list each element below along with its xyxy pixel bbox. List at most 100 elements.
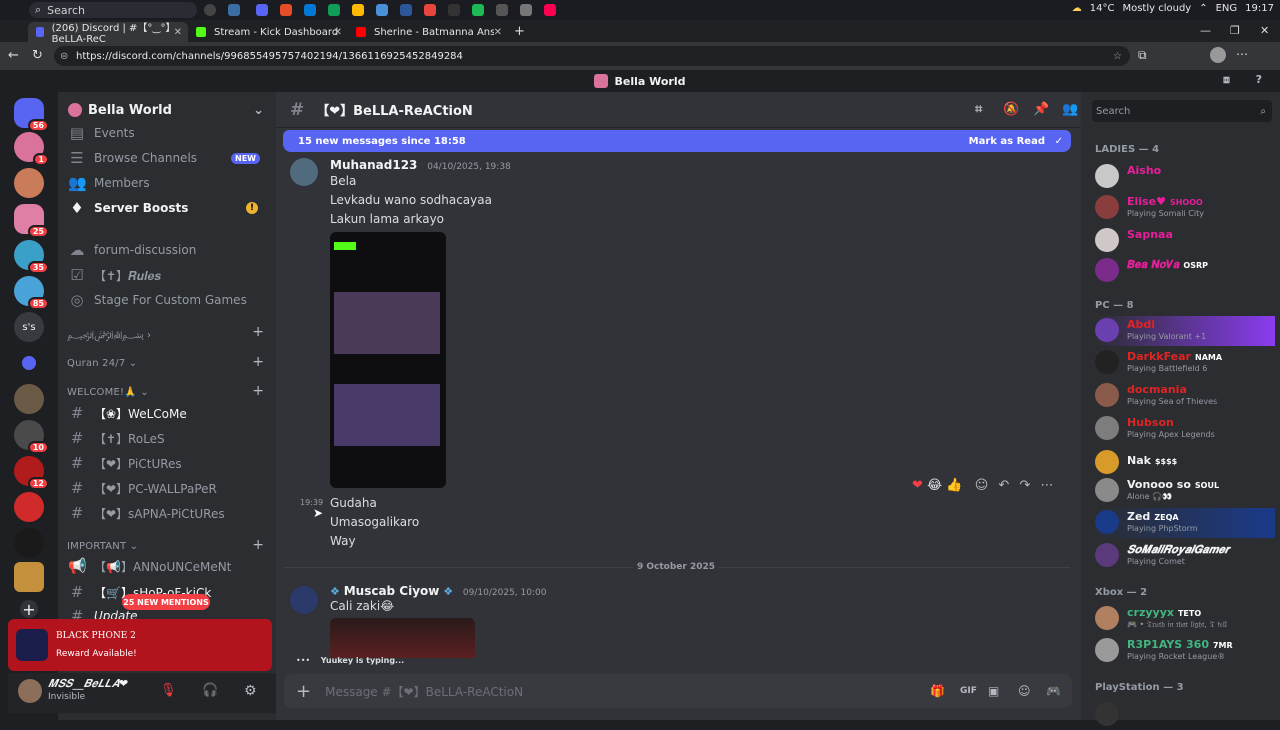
server-icon[interactable]: 1 <box>14 132 49 166</box>
member-item[interactable]: 𝑩𝒆𝒂 𝑵𝒐𝑽𝒂 OSRP <box>1095 256 1275 286</box>
browser-tab-kick[interactable]: Stream - Kick Dashboard ✕ <box>188 22 348 42</box>
member-search[interactable]: Search ⌕ <box>1092 100 1272 122</box>
nav-members[interactable]: 👥 Members <box>66 172 270 194</box>
extensions-icon[interactable]: ⧉ <box>1138 48 1147 63</box>
emoji-icon[interactable]: ☺ <box>1018 684 1031 698</box>
nav-browse-channels[interactable]: ☰ Browse Channels NEW <box>66 147 270 169</box>
member-list-icon[interactable]: 👥 <box>1062 102 1078 117</box>
member-item[interactable]: R3P1AYS 360 7MR Playing Rocket League® <box>1095 636 1275 666</box>
channel-pc-wallpaper[interactable]: # 【❤】PC-WALLPaPeR <box>66 477 270 499</box>
member-item[interactable]: Zed ZEQA Playing PhpStorm <box>1095 508 1275 538</box>
add-reaction-icon[interactable]: ☺ <box>975 478 989 493</box>
message-author[interactable]: Muhanad123 <box>330 158 417 172</box>
category-bismillah[interactable]: ﷽ › <box>67 328 151 345</box>
server-icon[interactable]: 10 <box>14 420 49 454</box>
add-channel-icon[interactable]: + <box>252 324 264 340</box>
close-tab-icon[interactable]: ✕ <box>494 27 502 38</box>
settings-gear-icon[interactable]: ⚙ <box>244 683 257 699</box>
address-bar[interactable]: ⊜ https://discord.com/channels/996855495… <box>54 46 1130 66</box>
word-taskbar-icon[interactable] <box>400 4 412 16</box>
notification-mute-icon[interactable]: 🔕 <box>1003 102 1019 117</box>
member-item[interactable]: Aisho <box>1095 162 1275 192</box>
app2-taskbar-icon[interactable] <box>496 4 508 16</box>
task-view-icon[interactable] <box>204 4 216 16</box>
server-icon[interactable] <box>14 528 44 558</box>
message-author[interactable]: Muscab Ciyow <box>344 584 440 598</box>
gift-icon[interactable]: 🎁 <box>930 684 945 698</box>
browser-taskbar-icon[interactable] <box>376 4 388 16</box>
member-item[interactable]: Abdi Playing Valorant +1 <box>1095 316 1275 346</box>
new-messages-bar[interactable]: 15 new messages since 18:58 Mark as Read… <box>283 130 1071 152</box>
member-item[interactable]: Sapnaa <box>1095 226 1275 256</box>
close-window-icon[interactable]: ✕ <box>1260 24 1269 37</box>
browser-menu-icon[interactable]: ⋯ <box>1236 47 1248 61</box>
headphones-icon[interactable]: 🎧 <box>202 683 218 698</box>
maximize-icon[interactable]: ❐ <box>1230 24 1240 37</box>
close-tab-icon[interactable]: ✕ <box>334 27 342 38</box>
server-icon[interactable]: s's <box>14 312 44 342</box>
more-options-icon[interactable]: ⋯ <box>1041 478 1054 493</box>
add-channel-icon[interactable]: + <box>252 354 264 370</box>
channel-sapna-pictures[interactable]: # 【❤】sAPNA-PiCtURes <box>66 502 270 524</box>
forward-icon[interactable]: ↷ <box>1019 478 1030 493</box>
spotify-taskbar-icon[interactable] <box>472 4 484 16</box>
reward-notification[interactable]: BLACK PHONE 2 Reward Available! <box>8 619 272 671</box>
minimize-icon[interactable]: — <box>1200 24 1211 37</box>
nav-server-boosts[interactable]: ♦ Server Boosts! <box>66 197 270 219</box>
clock[interactable]: 19:17 <box>1245 3 1274 14</box>
channel-pictures[interactable]: # 【❤】PiCtURes <box>66 452 270 474</box>
taskbar-search[interactable]: ⌕ Search <box>29 2 197 18</box>
add-server-icon[interactable]: + <box>20 600 38 619</box>
gif-icon[interactable]: GIF <box>960 686 977 696</box>
member-item[interactable] <box>1095 700 1275 730</box>
member-item[interactable]: 𝑺𝒐𝑴𝒂𝒍𝒊𝑹𝒐𝒚𝒂𝒍𝑮𝒂𝒎𝒆𝒓 Playing Comet <box>1095 541 1275 571</box>
folder-icon[interactable] <box>22 356 36 370</box>
server-icon-active[interactable]: 25 <box>14 204 49 238</box>
add-channel-icon[interactable]: + <box>252 383 264 399</box>
channel-welcome[interactable]: # 【❀】WeLCoMe <box>66 402 270 424</box>
add-channel-icon[interactable]: + <box>252 537 264 553</box>
channel-roles[interactable]: # 【✝】RoLeS <box>66 427 270 449</box>
attach-plus-icon[interactable]: + <box>296 681 311 702</box>
discord-taskbar-icon[interactable] <box>256 4 268 16</box>
username[interactable]: 𝑴𝑺𝑺__𝑩𝒆𝑳𝑳𝑨❤ <box>48 677 128 691</box>
avatar[interactable] <box>290 158 318 186</box>
reply-icon[interactable]: ↶ <box>998 478 1009 493</box>
sticker-icon[interactable]: ▣ <box>988 684 999 698</box>
reload-icon[interactable]: ↻ <box>32 48 43 63</box>
threads-icon[interactable]: ⌗ <box>975 102 982 117</box>
channel-announcement[interactable]: 📢 【📢】ANNoUNCeMeNt <box>66 555 270 577</box>
site-info-icon[interactable]: ⊜ <box>60 51 68 62</box>
close-tab-icon[interactable]: ✕ <box>174 27 182 38</box>
laugh-reaction[interactable]: 😂 <box>927 478 942 493</box>
category-quran[interactable]: Quran 24/7 ⌄ <box>67 358 137 369</box>
channel-rules[interactable]: ☑ 【✝】𝑹𝒖𝒍𝒆𝒔 <box>66 264 270 286</box>
avatar[interactable] <box>290 586 318 614</box>
tray-chevron-icon[interactable]: ⌃ <box>1199 3 1207 14</box>
mark-read-button[interactable]: Mark as Read <box>969 136 1045 147</box>
member-item[interactable]: Nak $$$$ <box>1095 448 1275 478</box>
chevron-down-icon[interactable]: ⌄ <box>253 103 264 118</box>
activities-icon[interactable]: 🎮 <box>1046 684 1061 698</box>
image-attachment[interactable] <box>330 618 475 658</box>
mute-icon[interactable]: 🎙 <box>160 683 177 698</box>
back-icon[interactable]: ← <box>8 48 19 63</box>
language-indicator[interactable]: ENG <box>1216 3 1238 14</box>
direct-messages-icon[interactable]: 56 <box>14 98 49 132</box>
browser-tab-discord[interactable]: (206) Discord | #【°‿°】BeLLA-ReC ✕ <box>28 22 188 45</box>
heart-reaction[interactable]: ❤ <box>912 478 923 493</box>
server-icon[interactable] <box>14 492 44 522</box>
member-item[interactable]: Vonooo so SOUL Alone 🎧👀 <box>1095 476 1275 506</box>
browser-tab-youtube[interactable]: Sherine - Batmanna Ansak | شيرين ✕ <box>348 22 508 42</box>
store-taskbar-icon[interactable] <box>304 4 316 16</box>
brave-taskbar-icon[interactable] <box>424 4 436 16</box>
member-item[interactable]: Elise♥ SHOOO Playing Somali City <box>1095 193 1275 223</box>
server-icon[interactable]: 85 <box>14 276 49 310</box>
nav-events[interactable]: ▤ Events <box>66 122 270 144</box>
widgets-icon[interactable] <box>228 4 240 16</box>
category-important[interactable]: IMPORTANT ⌄ <box>67 541 138 552</box>
thumbs-up-reaction[interactable]: 👍 <box>946 478 962 493</box>
server-icon[interactable] <box>14 384 44 414</box>
server-icon[interactable] <box>14 168 44 198</box>
pin-icon[interactable]: 📌 <box>1033 102 1049 117</box>
